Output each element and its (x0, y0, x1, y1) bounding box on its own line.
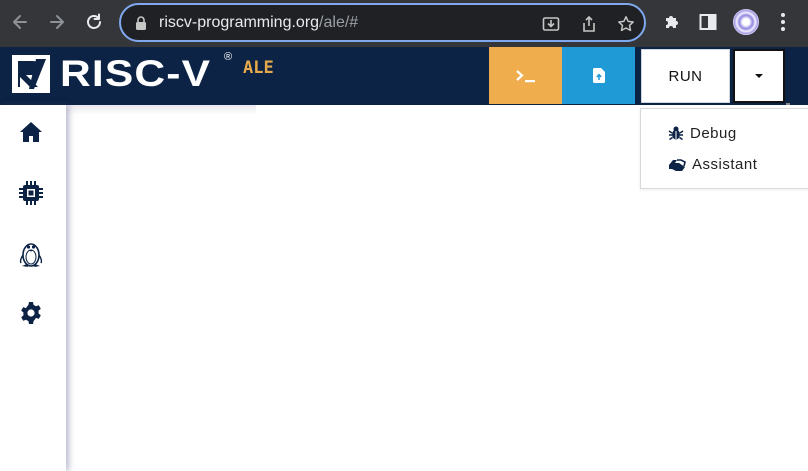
side-panel-icon[interactable] (696, 10, 720, 34)
forward-icon[interactable] (43, 8, 71, 36)
linux-tux-icon (19, 243, 43, 267)
menu-item-assistant-label: Assistant (692, 155, 758, 173)
upload-file-button[interactable] (562, 47, 635, 104)
reload-icon[interactable] (80, 8, 108, 36)
url-path: /ale/# (319, 14, 359, 31)
caret-down-icon (755, 74, 763, 78)
menu-item-assistant[interactable]: Assistant (668, 153, 757, 175)
sidebar (0, 105, 66, 471)
run-button[interactable]: RUN (641, 49, 730, 103)
sidebar-item-settings[interactable] (17, 299, 45, 327)
console-button[interactable] (489, 47, 562, 104)
menu-item-debug[interactable]: Debug (668, 122, 737, 144)
home-icon (20, 122, 42, 142)
sidebar-item-home[interactable] (17, 118, 45, 146)
browser-toolbar: riscv-programming.org/ale/# (0, 0, 808, 47)
riscv-logo[interactable]: RISC-V (12, 55, 210, 93)
gear-icon (21, 302, 41, 324)
logo-registered-mark: ® (224, 51, 233, 63)
handshake-icon (669, 159, 686, 171)
more-menu-icon[interactable] (771, 10, 795, 34)
lock-icon[interactable] (135, 16, 147, 35)
cpu-chip-icon (19, 181, 43, 205)
address-bar[interactable]: riscv-programming.org/ale/# (119, 3, 646, 42)
header-shadow (66, 105, 256, 115)
sidebar-item-linux[interactable] (17, 240, 45, 268)
file-upload-icon (592, 68, 605, 83)
sidebar-item-cpu[interactable] (17, 179, 45, 207)
install-icon[interactable] (541, 14, 561, 34)
logo-text: RISC-V (60, 53, 212, 94)
extensions-icon[interactable] (660, 10, 684, 34)
share-icon[interactable] (579, 14, 599, 34)
run-options-menu: Debug Assistant (640, 108, 808, 189)
profile-avatar[interactable] (733, 9, 759, 35)
url-host: riscv-programming.org (159, 14, 320, 31)
logo-ale-suffix: ALE (243, 58, 274, 78)
bookmark-star-icon[interactable] (616, 14, 636, 34)
menu-item-debug-label: Debug (690, 124, 737, 142)
app-header: RISC-V ® ALE RUN (0, 47, 808, 105)
bug-icon (668, 126, 684, 141)
run-options-dropdown-toggle[interactable] (733, 49, 785, 103)
back-icon[interactable] (6, 8, 34, 36)
riscv-logo-mark-icon (12, 55, 50, 93)
terminal-icon (515, 69, 535, 82)
url-text[interactable]: riscv-programming.org/ale/# (159, 14, 358, 32)
